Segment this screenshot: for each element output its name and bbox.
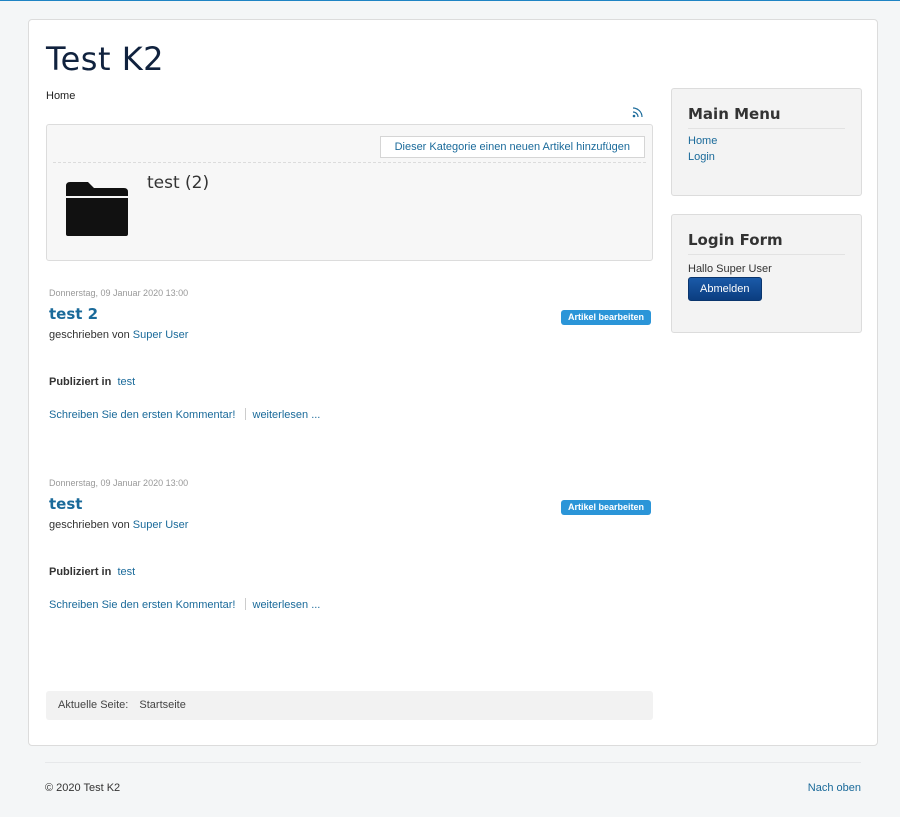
module-title: Login Form: [688, 231, 783, 249]
divider: [688, 254, 845, 255]
pagination-bar: Aktuelle Seite: Startseite: [46, 691, 653, 720]
logout-button[interactable]: Abmelden: [688, 277, 762, 301]
read-more-link[interactable]: weiterlesen ...: [253, 599, 321, 611]
divider: [688, 128, 845, 129]
author-prefix: geschrieben von: [49, 329, 130, 341]
published-label: Publiziert in: [49, 566, 112, 578]
divider: [53, 162, 646, 163]
article-author: geschrieben von Super User: [49, 329, 188, 341]
author-link[interactable]: Super User: [133, 329, 189, 341]
published-label: Publiziert in: [49, 376, 112, 388]
article-category: Publiziert in test: [49, 376, 135, 388]
menu-item-home[interactable]: Home: [688, 135, 717, 147]
copyright-text: © 2020 Test K2: [45, 782, 121, 794]
category-header: Dieser Kategorie einen neuen Artikel hin…: [46, 124, 653, 261]
pagination-current: Startseite: [139, 699, 186, 711]
divider: [244, 598, 246, 610]
category-title: test (2): [147, 173, 210, 193]
pagination-label: Aktuelle Seite:: [58, 699, 129, 711]
site-title[interactable]: Test K2: [46, 40, 164, 78]
footer-divider: [45, 762, 861, 763]
read-more-link[interactable]: weiterlesen ...: [253, 409, 321, 421]
main-menu-module: Main Menu Home Login: [671, 88, 862, 196]
article-author: geschrieben von Super User: [49, 519, 188, 531]
article-links: Schreiben Sie den ersten Kommentar! weite…: [49, 408, 320, 421]
author-link[interactable]: Super User: [133, 519, 189, 531]
module-title: Main Menu: [688, 105, 781, 123]
breadcrumb-home: Home: [46, 90, 76, 102]
back-to-top-link[interactable]: Nach oben: [808, 782, 861, 794]
article-title-link[interactable]: test: [49, 495, 82, 513]
article-item: Donnerstag, 09 Januar 2020 13:00 test Ar…: [49, 478, 651, 618]
add-article-button[interactable]: Dieser Kategorie einen neuen Artikel hin…: [379, 136, 645, 158]
login-form-module: Login Form Hallo Super User Abmelden: [671, 214, 862, 333]
divider: [244, 408, 246, 420]
rss-feed-icon[interactable]: [632, 106, 644, 118]
login-greeting: Hallo Super User: [688, 263, 772, 275]
edit-article-button[interactable]: Artikel bearbeiten: [560, 500, 651, 515]
author-prefix: geschrieben von: [49, 519, 130, 531]
main-container: Test K2 Home Dieser Kategorie einen neue…: [28, 19, 878, 746]
breadcrumb: Home: [46, 90, 75, 102]
article-title-link[interactable]: test 2: [49, 305, 98, 323]
article-item: Donnerstag, 09 Januar 2020 13:00 test 2 …: [49, 288, 651, 428]
edit-article-button[interactable]: Artikel bearbeiten: [560, 310, 651, 325]
article-category: Publiziert in test: [49, 566, 135, 578]
article-date: Donnerstag, 09 Januar 2020 13:00: [49, 288, 189, 298]
folder-icon: [66, 182, 128, 236]
comment-link[interactable]: Schreiben Sie den ersten Kommentar!: [49, 599, 236, 611]
article-links: Schreiben Sie den ersten Kommentar! weite…: [49, 598, 320, 611]
category-link[interactable]: test: [117, 566, 135, 578]
article-date: Donnerstag, 09 Januar 2020 13:00: [49, 478, 189, 488]
category-link[interactable]: test: [117, 376, 135, 388]
menu-item-login[interactable]: Login: [688, 151, 715, 163]
comment-link[interactable]: Schreiben Sie den ersten Kommentar!: [49, 409, 236, 421]
